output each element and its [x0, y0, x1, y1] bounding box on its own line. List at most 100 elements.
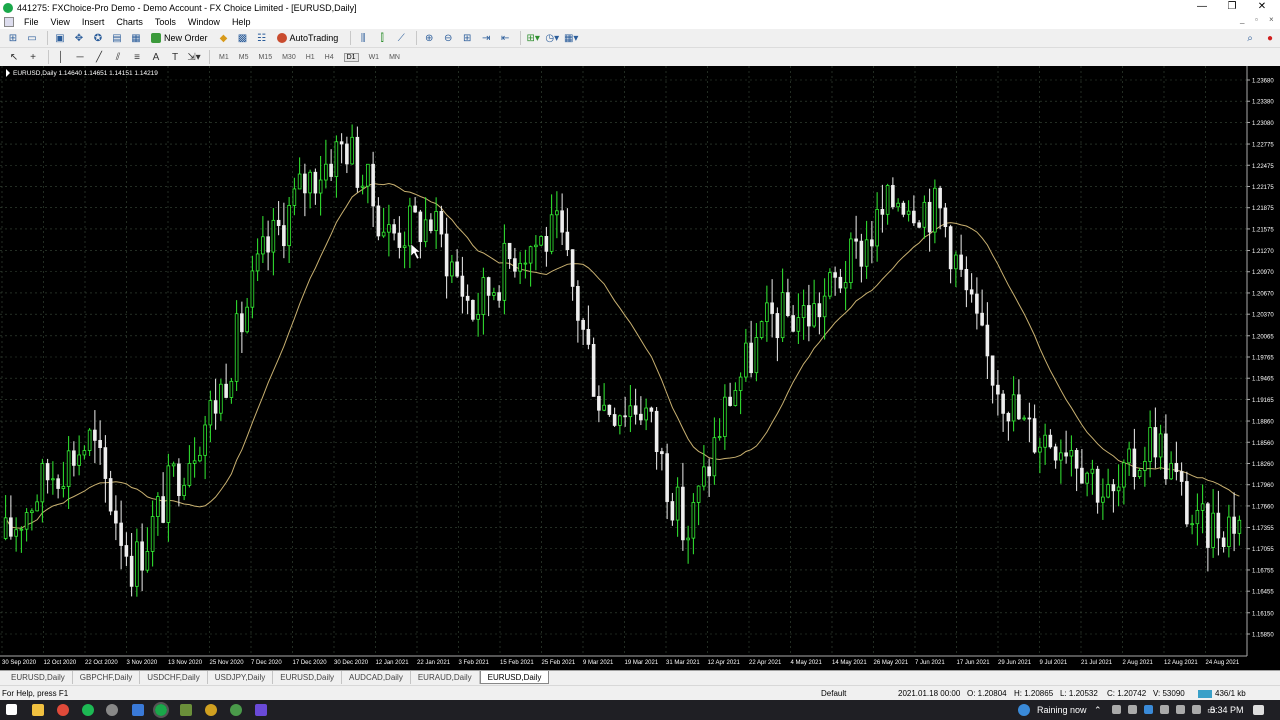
- clock[interactable]: 8:34 PM: [1210, 705, 1244, 715]
- notification-icon[interactable]: ●: [1262, 31, 1278, 46]
- cursor-icon[interactable]: ↖: [6, 50, 22, 65]
- autoscroll-icon[interactable]: ⇤: [497, 31, 513, 46]
- chrome-icon[interactable]: [57, 704, 69, 716]
- periods-icon[interactable]: ◷▾: [544, 31, 560, 46]
- timeframe-w1[interactable]: W1: [369, 54, 380, 61]
- chart-shift-icon[interactable]: ⇥: [478, 31, 494, 46]
- spotify-icon[interactable]: [82, 704, 94, 716]
- terminal-icon[interactable]: ▤: [109, 31, 125, 46]
- bar-chart-icon[interactable]: ⫼: [355, 31, 371, 46]
- menu-insert[interactable]: Insert: [76, 15, 111, 29]
- arrows-icon[interactable]: ⇲▾: [186, 50, 202, 65]
- mdi-restore-button[interactable]: ▫: [1255, 15, 1258, 24]
- chevron-up-icon[interactable]: ⌃: [1094, 705, 1102, 716]
- tray-icon[interactable]: [1112, 705, 1121, 714]
- app-icon[interactable]: [230, 704, 242, 716]
- options-icon[interactable]: ☷: [254, 31, 270, 46]
- menu-charts[interactable]: Charts: [110, 15, 149, 29]
- microphone-icon[interactable]: [1128, 705, 1137, 714]
- volume-icon[interactable]: [1192, 705, 1201, 714]
- menu-window[interactable]: Window: [182, 15, 226, 29]
- app-icon[interactable]: [205, 704, 217, 716]
- timeframe-m5[interactable]: M5: [239, 54, 249, 61]
- candle-body: [702, 466, 706, 487]
- weather-status[interactable]: Raining now: [1037, 705, 1087, 715]
- mdi-minimize-button[interactable]: _: [1240, 15, 1244, 24]
- candlestick-chart-icon[interactable]: ⫿: [374, 31, 390, 46]
- tab-usdchf-daily[interactable]: USDCHF,Daily: [140, 671, 208, 684]
- line-chart-icon[interactable]: ⟋: [393, 31, 409, 46]
- menu-view[interactable]: View: [45, 15, 76, 29]
- timeframe-m15[interactable]: M15: [258, 54, 272, 61]
- trendline-icon[interactable]: ╱: [91, 50, 107, 65]
- tab-audcad-daily[interactable]: AUDCAD,Daily: [342, 671, 411, 684]
- crosshair-icon[interactable]: +: [25, 50, 41, 65]
- tile-windows-icon[interactable]: ⊞: [459, 31, 475, 46]
- menu-help[interactable]: Help: [226, 15, 257, 29]
- menu-tools[interactable]: Tools: [149, 15, 182, 29]
- tray-icon[interactable]: [1144, 705, 1153, 714]
- tab-eurusd-daily[interactable]: EURUSD,Daily: [4, 671, 73, 684]
- file-explorer-icon[interactable]: [32, 704, 44, 716]
- strategy-tester-icon[interactable]: ▦: [128, 31, 144, 46]
- vertical-line-icon[interactable]: │: [53, 50, 69, 65]
- close-button[interactable]: ✕: [1247, 0, 1277, 15]
- candle-body: [271, 219, 276, 253]
- timeframe-m30[interactable]: M30: [282, 54, 296, 61]
- notifications-icon[interactable]: [1253, 705, 1264, 715]
- market-watch-icon[interactable]: ▣: [52, 31, 68, 46]
- navigator-icon[interactable]: ✪: [90, 31, 106, 46]
- timeframe-h4[interactable]: H4: [325, 54, 334, 61]
- date-tick-label: 19 Mar 2021: [625, 660, 659, 666]
- fibonacci-icon[interactable]: ≡: [129, 50, 145, 65]
- candlestick-chart[interactable]: 1.23680 1.23380 1.23080 1.22775 1.22475 1.221…: [0, 66, 1280, 670]
- tab-euraud-daily[interactable]: EURAUD,Daily: [411, 671, 480, 684]
- timeframe-d1[interactable]: D1: [343, 52, 359, 62]
- app-icon[interactable]: [132, 704, 144, 716]
- text-icon[interactable]: A: [148, 50, 164, 65]
- network-icon[interactable]: [1160, 705, 1169, 714]
- date-tick-label: 26 May 2021: [874, 660, 909, 666]
- candle-body: [1074, 450, 1079, 469]
- menu-file[interactable]: File: [18, 15, 45, 29]
- timeframe-h1[interactable]: H1: [306, 54, 315, 61]
- search-icon[interactable]: ⌕: [1242, 31, 1258, 46]
- wifi-icon[interactable]: [1176, 705, 1185, 714]
- signals-icon[interactable]: ▩: [235, 31, 251, 46]
- mouse-pointer-icon: [410, 243, 421, 260]
- templates-icon[interactable]: ▦▾: [563, 31, 579, 46]
- profiles-icon[interactable]: ▭: [24, 31, 40, 46]
- windows-start-icon[interactable]: [6, 704, 17, 715]
- timeframe-m1[interactable]: M1: [219, 54, 229, 61]
- data-window-icon[interactable]: ✥: [71, 31, 87, 46]
- horizontal-line-icon[interactable]: ─: [72, 50, 88, 65]
- candle-body: [1153, 427, 1158, 458]
- chart-window-icon[interactable]: [4, 17, 14, 27]
- equidistant-channel-icon[interactable]: ⫽: [110, 50, 126, 65]
- minimize-button[interactable]: —: [1187, 0, 1217, 15]
- tab-eurusd-daily-active[interactable]: EURUSD,Daily: [479, 671, 550, 684]
- metaeditor-icon[interactable]: ◆: [216, 31, 232, 46]
- indicators-icon[interactable]: ⊞▾: [525, 31, 541, 46]
- autotrading-button[interactable]: AutoTrading: [273, 31, 343, 46]
- tab-gbpchf-daily[interactable]: GBPCHF,Daily: [73, 671, 141, 684]
- metatrader-icon[interactable]: [153, 702, 169, 718]
- mdi-close-button[interactable]: ×: [1269, 15, 1274, 24]
- new-order-button[interactable]: New Order: [147, 31, 212, 46]
- timeframe-mn[interactable]: MN: [389, 54, 400, 61]
- text-label-icon[interactable]: T: [167, 50, 183, 65]
- bar-high: H: 1.20865: [1014, 689, 1054, 698]
- weather-icon[interactable]: [1018, 704, 1030, 716]
- zoom-in-icon[interactable]: ⊕: [421, 31, 437, 46]
- zoom-out-icon[interactable]: ⊖: [440, 31, 456, 46]
- new-chart-icon[interactable]: ⊞: [5, 31, 21, 46]
- price-chart[interactable]: 1.23680 1.23380 1.23080 1.22775 1.22475 1.221…: [0, 66, 1280, 670]
- app-icon[interactable]: [180, 704, 192, 716]
- maximize-button[interactable]: ❐: [1217, 0, 1247, 15]
- tab-usdjpy-daily[interactable]: USDJPY,Daily: [208, 671, 274, 684]
- tab-eurusd-daily-2[interactable]: EURUSD,Daily: [273, 671, 343, 684]
- candle-body: [654, 410, 659, 452]
- app-icon[interactable]: [255, 704, 267, 716]
- chart-menu-icon[interactable]: [6, 69, 10, 77]
- app-icon[interactable]: [106, 704, 118, 716]
